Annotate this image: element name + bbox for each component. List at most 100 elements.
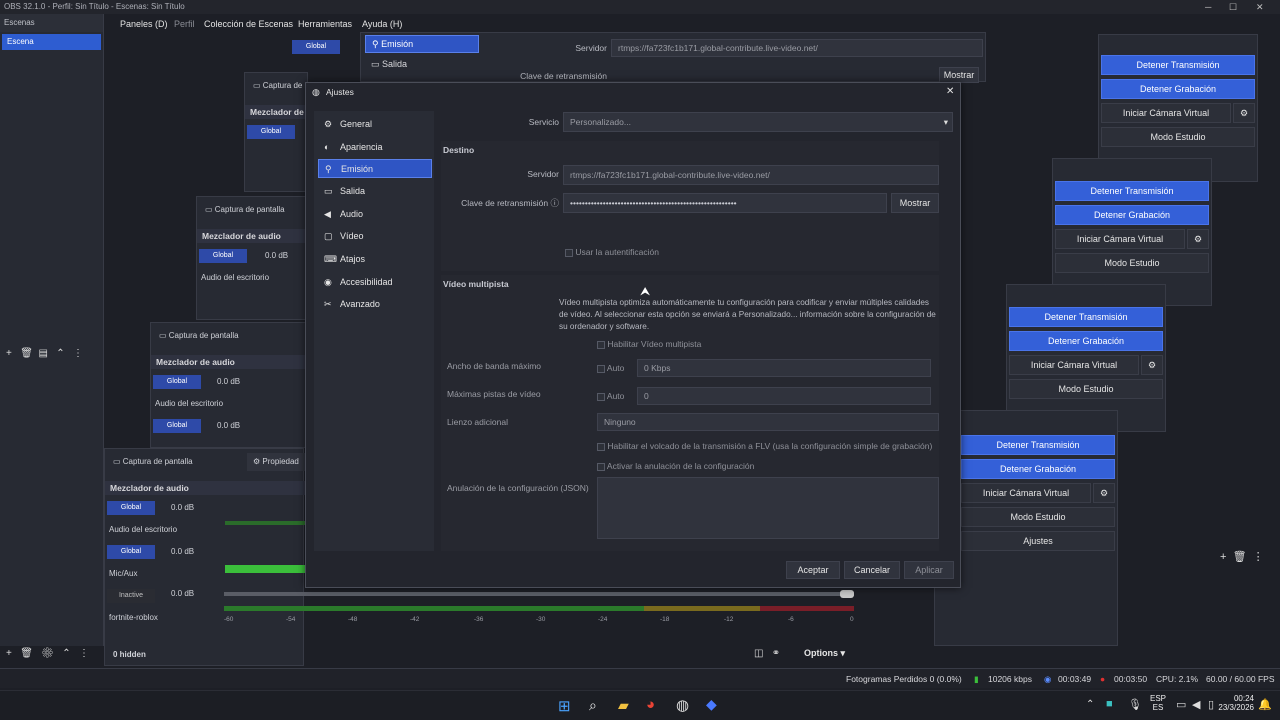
minimize-button[interactable]: ─ (1205, 0, 1211, 14)
source-capture[interactable]: ▭ Captura de pantalla (253, 81, 309, 90)
source-capture[interactable]: ▭ Captura de pantalla (159, 331, 239, 340)
nav-salida[interactable]: ▭ Salida (318, 182, 432, 201)
menu-item-coleccion[interactable]: Colección de Escenas (204, 16, 293, 32)
add-icon[interactable]: + (6, 348, 12, 359)
gear-icon[interactable]: ⚙ (1141, 355, 1163, 375)
more-icon[interactable]: ⋮ (73, 348, 83, 359)
stop-recording-button[interactable]: Detener Grabación (1055, 205, 1209, 225)
gear-icon[interactable]: ⚙ (1233, 103, 1255, 123)
virtual-cam-button[interactable]: Iniciar Cámara Virtual (1101, 103, 1231, 123)
nav-audio[interactable]: ◀ Audio (318, 205, 432, 224)
stop-recording-button[interactable]: Detener Grabación (1009, 331, 1163, 351)
menu-item-perfil[interactable]: Perfil (174, 16, 195, 32)
folder-icon[interactable]: ▰ (618, 697, 629, 714)
nav-avanzado[interactable]: ✂ Avanzado (318, 295, 432, 314)
mostrar-button[interactable]: Mostrar (891, 193, 939, 213)
cancel-button[interactable]: Cancelar (844, 561, 900, 579)
up-icon[interactable]: ⌃ (56, 348, 64, 359)
multitrack-enable-checkbox[interactable]: Habilitar Vídeo multipista (597, 339, 701, 349)
volume-slider-track[interactable] (224, 592, 854, 596)
volume-slider-handle[interactable] (840, 590, 854, 598)
servidor-input[interactable]: rtmps://fa723fc1b171.global-contribute.l… (563, 165, 939, 185)
cpu-usage: CPU: 2.1% (1156, 674, 1199, 684)
virtual-cam-button[interactable]: Iniciar Cámara Virtual (1055, 229, 1185, 249)
close-icon[interactable]: ✕ (946, 83, 954, 101)
nav-video[interactable]: ▢ Vídeo (318, 227, 432, 246)
trash-icon[interactable]: 🗑 (20, 348, 33, 359)
bg-nav-salida[interactable]: ▭ Salida (371, 59, 407, 70)
menu-item-herramientas[interactable]: Herramientas (298, 16, 352, 32)
source-capture[interactable]: ▭ Captura de pantalla (205, 205, 285, 214)
stop-recording-button[interactable]: Detener Grabación (961, 459, 1115, 479)
tray-app-icon[interactable]: ■ (1106, 698, 1113, 710)
filter-icon[interactable]: ▤ (38, 348, 47, 359)
roblox-icon[interactable]: ◆ (706, 696, 717, 713)
language-indicator[interactable]: ESP ES (1150, 694, 1166, 712)
settings-button[interactable]: Ajustes (961, 531, 1115, 551)
stop-recording-button[interactable]: Detener Grabación (1101, 79, 1255, 99)
network-icon[interactable]: ▭ (1176, 698, 1186, 711)
tracks-input[interactable]: 0 (637, 387, 931, 405)
bg-server-field[interactable]: rtmps://fa723fc1b171.global-contribute.l… (611, 39, 983, 57)
trash-icon[interactable]: 🗑 (20, 648, 33, 659)
gear-icon[interactable]: ⚙ (41, 648, 54, 659)
obs-taskbar-icon[interactable]: ◍ (676, 696, 689, 714)
nav-general[interactable]: ⚙ General (318, 115, 432, 134)
gear-icon[interactable]: ⚙ (1093, 483, 1115, 503)
auth-checkbox[interactable]: Usar la autentificación (565, 247, 659, 257)
gear-icon[interactable]: ⚙ (1187, 229, 1209, 249)
bandwidth-input[interactable]: 0 Kbps (637, 359, 931, 377)
volume-icon[interactable]: ◀ (1192, 698, 1200, 711)
chevron-up-icon[interactable]: ⌃ (1086, 699, 1094, 710)
virtual-cam-button[interactable]: Iniciar Cámara Virtual (1009, 355, 1139, 375)
stop-stream-button[interactable]: Detener Transmisión (1009, 307, 1163, 327)
properties-button[interactable]: ⚙ Propiedad (247, 453, 305, 471)
microphone-icon[interactable]: 🎙 (1128, 698, 1142, 711)
tracks-auto-checkbox[interactable]: Auto (597, 391, 624, 401)
scene-item[interactable]: Escena (2, 34, 101, 50)
studio-mode-button[interactable]: Modo Estudio (961, 507, 1115, 527)
nav-emision[interactable]: ⚲ Emisión (318, 159, 432, 178)
apply-button[interactable]: Aplicar (904, 561, 954, 579)
clave-input[interactable]: ••••••••••••••••••••••••••••••••••••••••… (563, 193, 887, 213)
accept-button[interactable]: Aceptar (786, 561, 840, 579)
up-icon[interactable]: ⌃ (62, 648, 70, 659)
nav-apariencia[interactable]: ◐ Apariencia (318, 138, 432, 157)
options-button[interactable]: Options ▾ (804, 648, 845, 659)
stop-stream-button[interactable]: Detener Transmisión (1055, 181, 1209, 201)
stop-stream-button[interactable]: Detener Transmisión (961, 435, 1115, 455)
search-icon[interactable]: ⌕ (589, 697, 597, 714)
flv-checkbox[interactable]: Habilitar el volcado de la transmisión a… (597, 441, 939, 451)
stop-stream-button[interactable]: Detener Transmisión (1101, 55, 1255, 75)
more-icon[interactable]: ⋮ (1253, 551, 1264, 563)
studio-mode-button[interactable]: Modo Estudio (1101, 127, 1255, 147)
more-icon[interactable]: ⋮ (79, 648, 89, 659)
add-icon[interactable]: + (6, 648, 12, 659)
override-checkbox[interactable]: Activar la anulación de la configuración (597, 461, 754, 471)
studio-mode-button[interactable]: Modo Estudio (1055, 253, 1209, 273)
trash-icon[interactable]: 🗑 (1233, 551, 1247, 563)
link-icon[interactable]: ⚭ (772, 648, 780, 659)
canvas-select[interactable]: Ninguno (597, 413, 939, 431)
menu-item-ayuda[interactable]: Ayuda (H) (362, 16, 402, 32)
notifications-icon[interactable]: 🔔 (1258, 698, 1272, 711)
source-capture[interactable]: ▭ Captura de pantalla (113, 457, 193, 466)
close-window-button[interactable]: ✕ (1256, 0, 1264, 14)
clock[interactable]: 00:24 23/3/2026 (1214, 694, 1254, 712)
bg-mostrar-button[interactable]: Mostrar (939, 67, 979, 83)
chrome-icon[interactable]: ◕ (646, 696, 655, 713)
servicio-select[interactable]: Personalizado... ▾ (563, 112, 953, 132)
maximize-button[interactable]: ☐ (1229, 0, 1237, 14)
nav-atajos[interactable]: ⌨ Atajos (318, 250, 432, 269)
menu-item-paneles[interactable]: Paneles (D) (120, 16, 168, 32)
help-icon[interactable]: ⓘ (550, 198, 559, 208)
add-icon[interactable]: + (1220, 551, 1226, 563)
windows-start-icon[interactable]: ⊞ (558, 697, 571, 715)
nav-accesibilidad[interactable]: ◉ Accesibilidad (318, 273, 432, 292)
bandwidth-auto-checkbox[interactable]: Auto (597, 363, 624, 373)
layout-icon[interactable]: ◫ (754, 648, 763, 659)
bg-nav-emision[interactable]: ⚲ Emisión (365, 35, 479, 53)
virtual-cam-button[interactable]: Iniciar Cámara Virtual (961, 483, 1091, 503)
studio-mode-button[interactable]: Modo Estudio (1009, 379, 1163, 399)
json-textarea[interactable] (597, 477, 939, 539)
